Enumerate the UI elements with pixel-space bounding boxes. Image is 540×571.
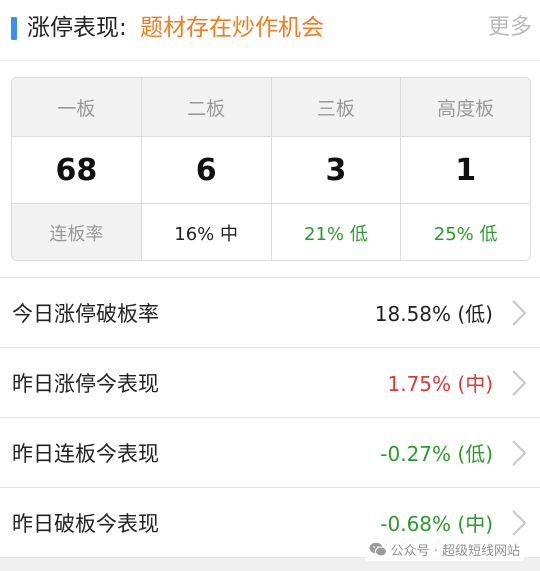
watermark-text: 公众号 · 超级短线网站 — [390, 544, 520, 559]
count-cell-board-3: 3 — [272, 137, 402, 203]
watermark: 公众号 · 超级短线网站 — [364, 538, 524, 561]
count-cell-board-2: 6 — [142, 137, 272, 203]
list-item-yesterday-consecutive[interactable]: 昨日连板今表现 -0.27% (低) — [0, 417, 540, 487]
rate-cell-board-3: 21% 低 — [272, 204, 402, 260]
list-item-yesterday-limit-up[interactable]: 昨日涨停今表现 1.75% (中) — [0, 347, 540, 417]
list-item-label: 昨日涨停今表现 — [12, 371, 159, 396]
chevron-right-icon — [512, 509, 527, 536]
performance-list: 今日涨停破板率 18.58% (低) 昨日涨停今表现 1.75% (中) 昨日连… — [0, 277, 540, 557]
grid-count-row: 68 6 3 1 — [12, 137, 530, 204]
header-cell-board-1: 一板 — [12, 78, 142, 136]
list-item-value: -0.68% (中) — [380, 512, 493, 536]
count-cell-board-1: 68 — [12, 137, 142, 203]
list-item-today-break-rate[interactable]: 今日涨停破板率 18.58% (低) — [0, 277, 540, 347]
list-item-value: -0.27% (低) — [380, 442, 493, 466]
chevron-right-icon — [512, 299, 527, 326]
list-item-value: 18.58% (低) — [374, 302, 493, 326]
header-cell-board-2: 二板 — [142, 78, 272, 136]
more-link[interactable]: 更多 — [488, 13, 532, 43]
header-cell-board-3: 三板 — [272, 78, 402, 136]
section-subtitle: 题材存在炒作机会 — [140, 15, 324, 41]
grid-header-row: 一板 二板 三板 高度板 — [12, 78, 530, 137]
grid-rate-row: 连板率 16% 中 21% 低 25% 低 — [12, 204, 530, 260]
section-header: 涨停表现: 题材存在炒作机会 更多 — [0, 0, 540, 58]
list-item-label: 昨日破板今表现 — [12, 511, 159, 536]
rate-cell-board-2: 16% 中 — [142, 204, 272, 260]
section-title: 涨停表现: — [27, 15, 127, 41]
chevron-right-icon — [512, 369, 527, 396]
wechat-icon — [369, 542, 387, 557]
list-item-label: 今日涨停破板率 — [12, 301, 159, 326]
limit-up-stats-grid: 一板 二板 三板 高度板 68 6 3 1 连板率 16% 中 21% 低 25… — [11, 77, 531, 261]
chevron-right-icon — [512, 439, 527, 466]
list-item-label: 昨日连板今表现 — [12, 441, 159, 466]
count-cell-height-board: 1 — [455, 152, 477, 188]
divider — [0, 60, 540, 61]
list-item-value: 1.75% (中) — [387, 372, 494, 396]
rate-cell-height-board: 25% 低 — [433, 223, 498, 245]
header-cell-height-board: 高度板 — [437, 97, 495, 120]
rate-row-label: 连板率 — [12, 204, 142, 260]
accent-bar — [11, 17, 17, 40]
